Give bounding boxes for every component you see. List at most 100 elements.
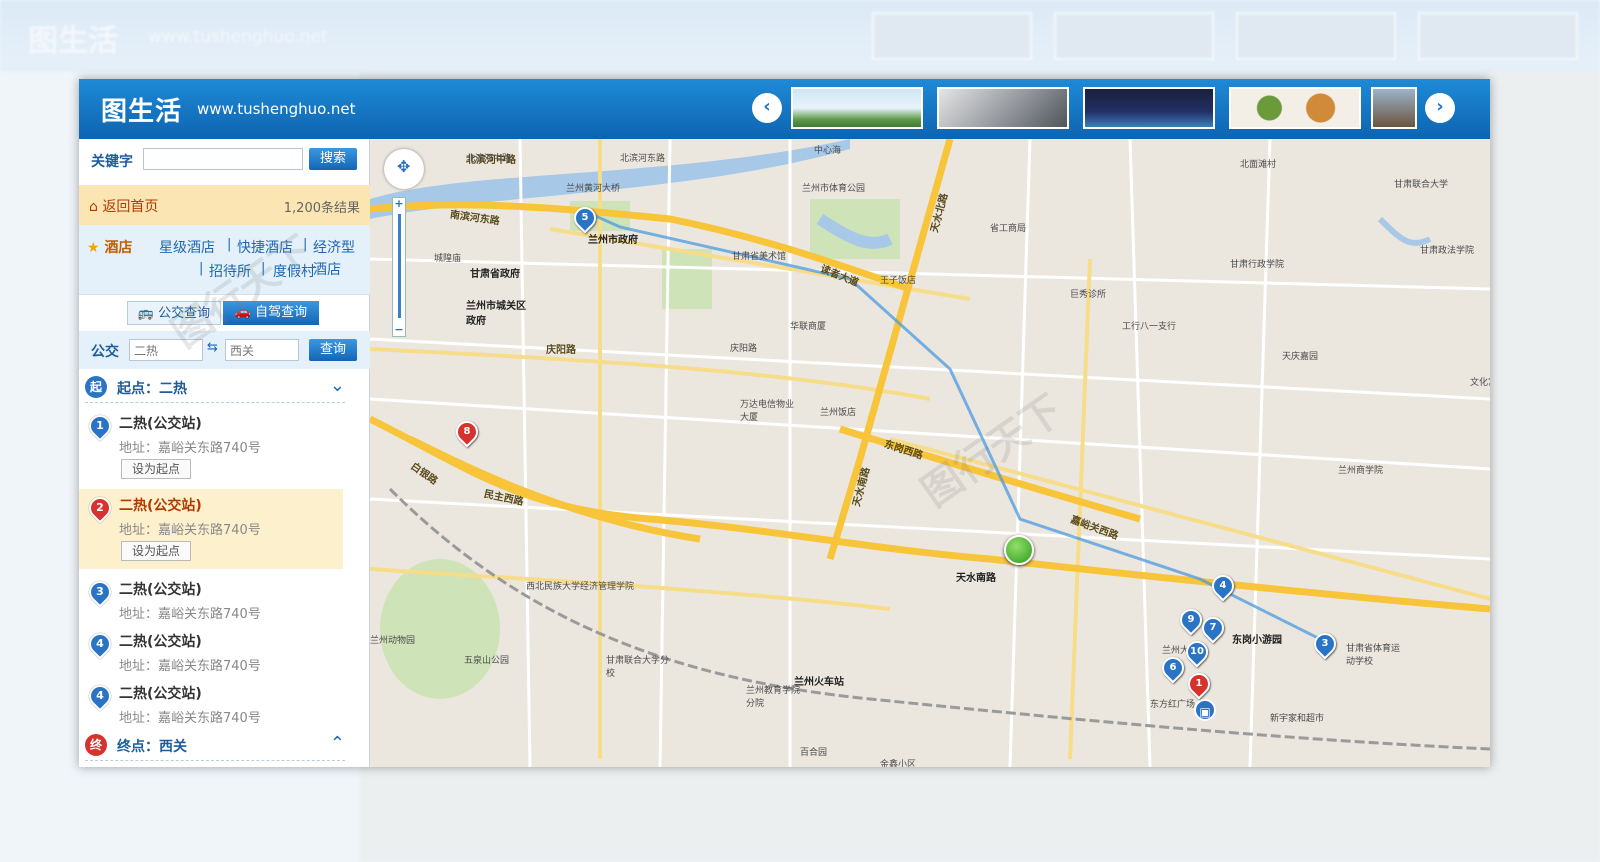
- tab-bus-query[interactable]: 🚌 公交查询: [127, 301, 221, 325]
- pin-number: 4: [96, 689, 104, 702]
- search-button[interactable]: 搜索: [309, 148, 357, 170]
- zoom-out-icon[interactable]: −: [393, 324, 405, 336]
- category-link-resort[interactable]: 度假村: [273, 261, 315, 281]
- zoom-in-icon[interactable]: +: [393, 198, 405, 210]
- place-label: 甘肃政法学院: [1420, 246, 1475, 256]
- location-pin-icon: 4: [84, 680, 116, 712]
- stop-address: 地址：嘉峪关东路740号: [119, 441, 261, 456]
- marker-number: 9: [1187, 614, 1195, 625]
- place-label: 新宇家和超市: [1270, 714, 1325, 724]
- thumbnail-food[interactable]: [1229, 87, 1361, 129]
- marker-number: 5: [581, 212, 589, 223]
- marker-number: 7: [1209, 622, 1217, 633]
- place-label: 五泉山公园: [464, 656, 510, 666]
- separator: |: [261, 261, 266, 276]
- place-label: 甘肃联合大学: [1394, 180, 1449, 190]
- prev-arrow-icon[interactable]: ‹: [752, 93, 782, 123]
- place-label: 兰州教育学院分院: [746, 686, 801, 709]
- stop-item-active[interactable]: 2 二热(公交站) 地址：嘉峪关东路740号 设为起点: [79, 489, 343, 569]
- place-label: 巨秀诊所: [1070, 290, 1107, 300]
- bus-stop-icon[interactable]: ▣: [1194, 699, 1216, 721]
- place-label: 北面滩村: [1240, 160, 1277, 170]
- place-label: 北滨河中路: [466, 154, 512, 164]
- set-start-button[interactable]: 设为起点: [121, 541, 191, 561]
- pan-control-icon[interactable]: ✥: [384, 149, 424, 189]
- background-logo: 图生活: [28, 24, 118, 59]
- pin-number: 2: [96, 501, 104, 514]
- place-label: 万达电信物业大厦: [740, 400, 795, 423]
- bus-icon: 🚌: [137, 306, 159, 321]
- map-canvas[interactable]: 北滨河中路 南滨河东路 读者大道 天水北路 庆阳路 东岗西路 民主西路 白银路 …: [370, 139, 1490, 767]
- background-thumbnail: [1236, 12, 1396, 60]
- marker-number: 4: [1219, 580, 1227, 591]
- thumbnail-night-pool[interactable]: [1083, 87, 1215, 129]
- category-link-guesthouse[interactable]: 招待所: [209, 261, 251, 281]
- pin-number: 1: [96, 419, 104, 432]
- background-thumbnail: [1054, 12, 1214, 60]
- swap-icon[interactable]: ⇆: [207, 340, 218, 355]
- stop-name: 二热(公交站): [119, 416, 202, 432]
- car-icon: 🚗: [234, 305, 256, 320]
- start-point-header[interactable]: 起 起点：二热 ⌄: [85, 373, 345, 403]
- separator: |: [199, 261, 204, 276]
- place-label: 兰州市体育公园: [802, 184, 866, 194]
- current-location-pin[interactable]: [1004, 535, 1034, 565]
- query-tabs: 🚌 公交查询 🚗 自驾查询: [127, 301, 319, 325]
- stop-item[interactable]: 4 二热(公交站) 地址：嘉峪关东路740号: [79, 625, 343, 677]
- location-pin-icon: 3: [84, 576, 116, 608]
- stop-item[interactable]: 1 二热(公交站) 地址：嘉峪关东路740号 设为起点: [79, 407, 343, 487]
- keyword-input[interactable]: [143, 148, 303, 170]
- tab-bus-label: 公交查询: [158, 306, 211, 321]
- thumbnail-house[interactable]: [1371, 87, 1417, 129]
- zoom-slider[interactable]: + −: [392, 197, 406, 337]
- place-label: 甘肃省政府: [470, 269, 520, 280]
- chevron-up-icon[interactable]: ⌃: [330, 733, 345, 754]
- place-label: 兰州黄河大桥: [566, 184, 621, 194]
- road-label: 庆阳路: [546, 345, 576, 356]
- home-link-label: 返回首页: [102, 199, 159, 215]
- home-icon: ⌂: [89, 199, 103, 215]
- marker-number: 8: [463, 426, 471, 437]
- to-input[interactable]: [225, 339, 299, 361]
- zoom-track[interactable]: [398, 214, 401, 318]
- category-box: ★ 酒店 星级酒店 | 快捷酒店 | 经济型酒店 | 招待所 | 度假村: [79, 225, 370, 295]
- marker-number: 6: [1169, 662, 1177, 673]
- next-arrow-icon[interactable]: ›: [1425, 93, 1455, 123]
- separator: |: [227, 237, 232, 252]
- pin-number: 3: [96, 585, 104, 598]
- category-link-star-hotel[interactable]: 星级酒店: [159, 237, 215, 257]
- place-label: 东岗小游园: [1232, 635, 1282, 646]
- stop-name: 二热(公交站): [119, 686, 202, 702]
- from-input[interactable]: [129, 339, 203, 361]
- place-label: 兰州饭店: [820, 408, 857, 418]
- query-button[interactable]: 查询: [309, 339, 357, 361]
- marker-number: 3: [1321, 638, 1329, 649]
- category-title-text: 酒店: [104, 240, 133, 256]
- tab-car-label: 自驾查询: [255, 305, 308, 320]
- home-link[interactable]: ⌂ 返回首页: [89, 196, 158, 216]
- stop-item[interactable]: 3 二热(公交站) 地址：嘉峪关东路740号: [79, 573, 343, 625]
- category-link-express-hotel[interactable]: 快捷酒店: [237, 237, 293, 257]
- end-point-header[interactable]: 终 终点：西关 ⌃: [85, 731, 345, 761]
- place-label: 工行八一支行: [1122, 322, 1177, 332]
- stop-address: 地址：嘉峪关东路740号: [119, 523, 261, 538]
- tab-car-query[interactable]: 🚗 自驾查询: [223, 301, 319, 325]
- thumbnail-landscape[interactable]: [791, 87, 923, 129]
- place-label: 甘肃联合大学分校: [606, 656, 670, 679]
- stop-name: 二热(公交站): [119, 634, 202, 650]
- bus-label: 公交: [91, 344, 119, 360]
- start-point-text: 起点：二热: [117, 381, 187, 397]
- place-label: 城隍庙: [434, 254, 462, 264]
- header-bar: 图生活 www.tushenghuo.net ‹ ›: [79, 79, 1490, 139]
- place-label: 东方红广场: [1150, 700, 1196, 710]
- set-start-button[interactable]: 设为起点: [121, 459, 191, 479]
- place-label: 北滨河东路: [620, 154, 666, 164]
- background-url: www.tushenghuo.net: [148, 27, 328, 47]
- category-link-economy-hotel[interactable]: 经济型酒店: [313, 237, 367, 281]
- keyword-search: 关键字 搜索: [79, 139, 369, 179]
- stop-item[interactable]: 4 二热(公交站) 地址：嘉峪关东路740号: [79, 677, 343, 729]
- site-logo[interactable]: 图生活: [101, 91, 182, 128]
- start-badge: 起: [85, 376, 107, 398]
- chevron-down-icon[interactable]: ⌄: [330, 375, 345, 396]
- thumbnail-car[interactable]: [937, 87, 1069, 129]
